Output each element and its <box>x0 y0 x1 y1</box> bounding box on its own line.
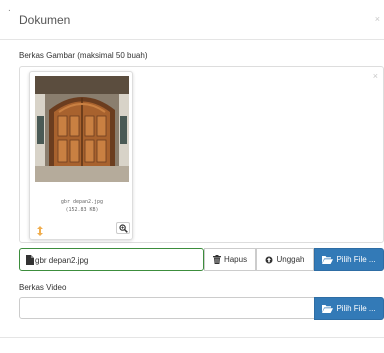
preview-file-size: (152.83 KB) <box>65 207 99 213</box>
preview-file-name: gbr depan2.jpg <box>60 199 104 205</box>
file-icon <box>26 255 34 265</box>
folder-open-icon <box>322 255 334 264</box>
zoom-icon <box>118 223 128 233</box>
modal-close-button[interactable]: × <box>375 14 380 24</box>
upload-button-label: Unggah <box>276 255 305 264</box>
upload-button[interactable]: Unggah <box>256 248 314 271</box>
video-file-caption[interactable] <box>19 297 315 319</box>
house-door-image <box>35 76 129 182</box>
folder-open-icon <box>322 304 334 313</box>
modal-footer-divider <box>0 337 384 338</box>
browse-video-button[interactable]: Pilih File ... <box>314 297 384 320</box>
file-preview-thumbnail: gbr depan2.jpg (152.83 KB) <box>29 71 133 240</box>
drag-handle-icon[interactable] <box>35 226 45 236</box>
browse-image-button-label: Pilih File ... <box>336 255 376 264</box>
modal-title: Dokumen <box>19 13 71 27</box>
browse-image-button[interactable]: Pilih File ... <box>314 248 384 271</box>
image-drop-zone[interactable]: × gbr depan2.jpg (152.83 KB) <box>19 66 384 243</box>
image-files-label: Berkas Gambar (maksimal 50 buah) <box>19 51 148 60</box>
remove-button[interactable]: Hapus <box>204 248 256 271</box>
image-file-caption-text: gbr depan2.jpg <box>35 256 89 265</box>
image-file-caption[interactable]: gbr depan2.jpg <box>19 248 204 271</box>
trash-icon <box>212 255 221 264</box>
remove-button-label: Hapus <box>223 255 248 264</box>
video-files-label: Berkas Video <box>19 283 67 292</box>
zoom-preview-button[interactable] <box>116 222 130 234</box>
upload-icon <box>265 256 273 263</box>
browse-video-button-label: Pilih File ... <box>336 304 376 313</box>
modal-header: Dokumen × <box>0 0 384 40</box>
clear-preview-button[interactable]: × <box>373 71 378 81</box>
